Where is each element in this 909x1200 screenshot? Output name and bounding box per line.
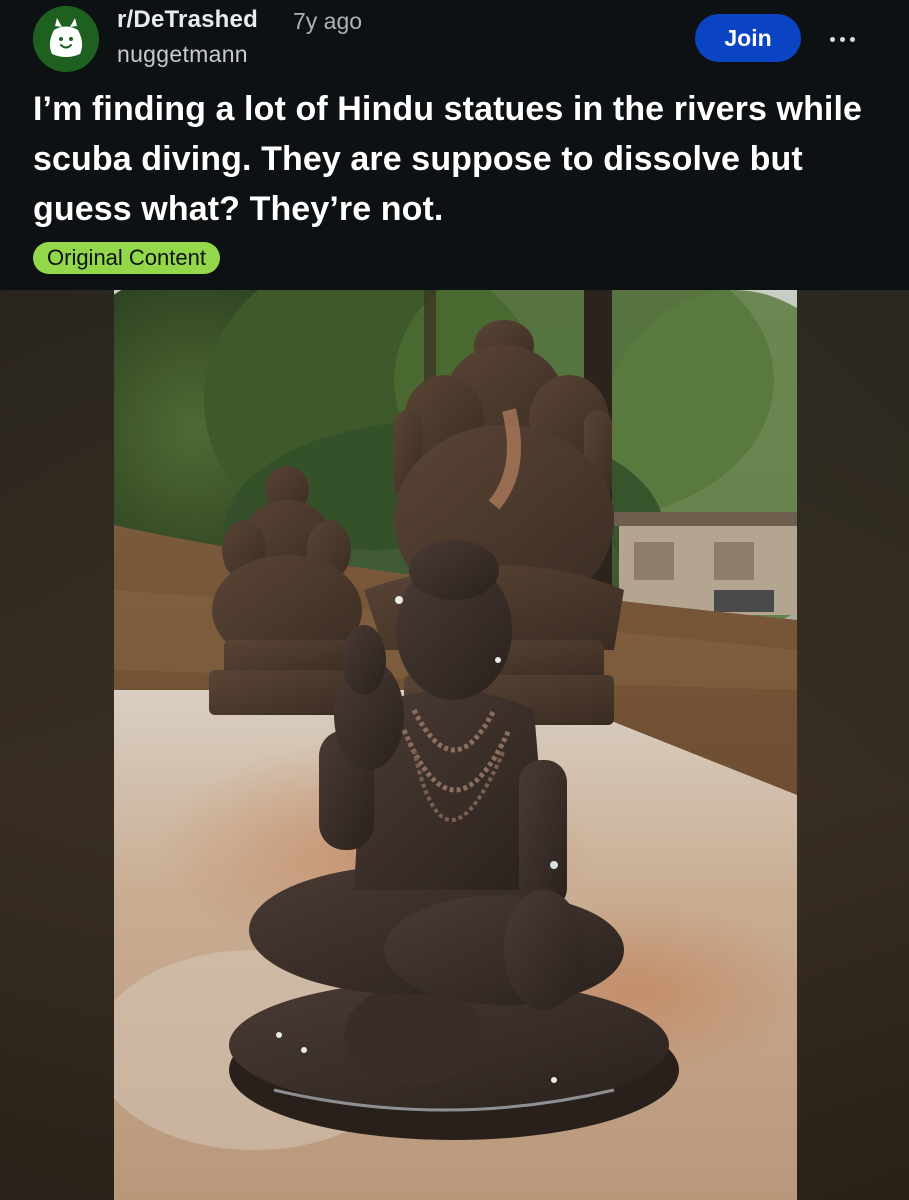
media-blur-backdrop-left	[0, 290, 114, 1200]
post-media[interactable]	[0, 290, 909, 1200]
dot	[829, 36, 835, 42]
join-button[interactable]: Join	[695, 14, 801, 62]
author-name[interactable]: nuggetmann	[117, 41, 248, 68]
media-blur-backdrop-right	[797, 290, 909, 1200]
post-image[interactable]	[114, 290, 797, 1200]
post-title[interactable]: I’m finding a lot of Hindu statues in th…	[33, 84, 883, 234]
more-options-icon[interactable]	[822, 22, 862, 56]
subreddit-name[interactable]: r/DeTrashed	[117, 6, 258, 34]
post-flair[interactable]: Original Content	[33, 242, 220, 274]
dot	[839, 36, 845, 42]
post-age: 7y ago	[293, 8, 363, 34]
dot	[849, 36, 855, 42]
subreddit-avatar-icon[interactable]	[33, 6, 99, 72]
post-header: r/DeTrashed 7y ago nuggetmann Join I’m f…	[0, 0, 909, 290]
